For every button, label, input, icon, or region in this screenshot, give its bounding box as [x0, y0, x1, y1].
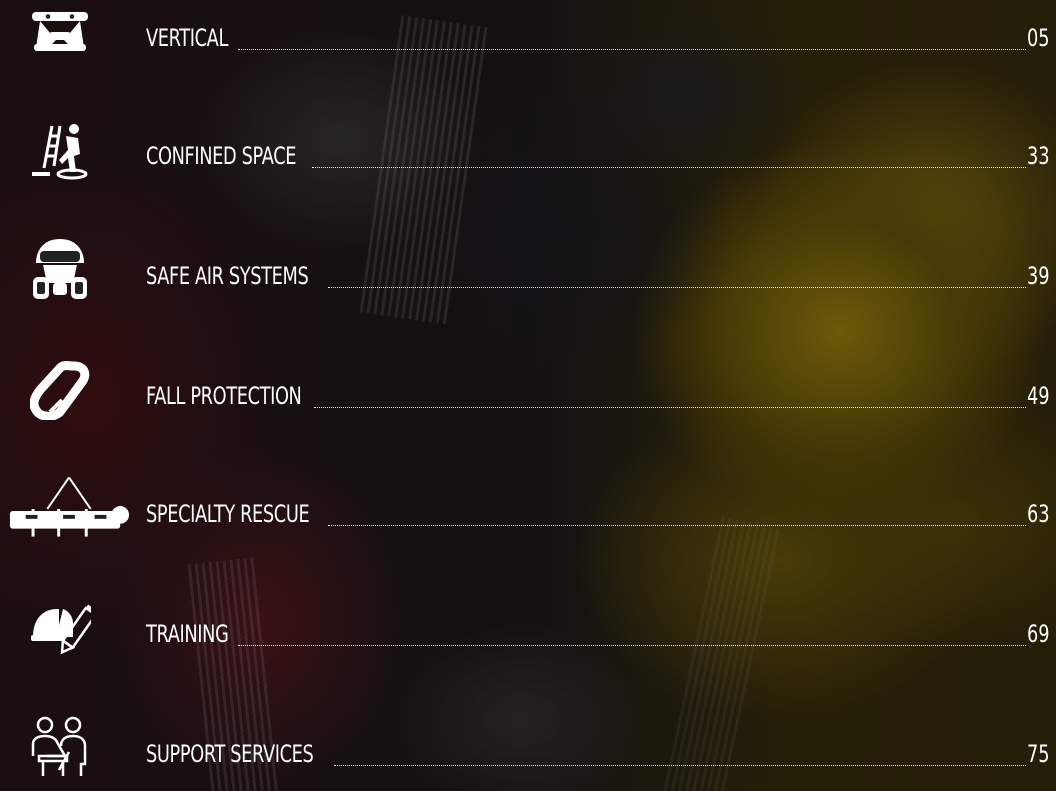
- confined-space-worker-icon: [18, 120, 102, 180]
- toc-entry-vertical[interactable]: VERTICAL 05: [0, 2, 1056, 62]
- respirator-mask-icon: [18, 239, 102, 300]
- dotted-leader: [314, 407, 1026, 408]
- toc-title: SPECIALTY RESCUE: [146, 500, 310, 528]
- toc-page-number: 63: [1027, 500, 1050, 528]
- toc-entry-fall-protection[interactable]: FALL PROTECTION 49: [0, 360, 1056, 420]
- toc-title: FALL PROTECTION: [146, 382, 302, 410]
- toc-page-number: 39: [1027, 262, 1050, 290]
- support-people-icon: [18, 716, 102, 778]
- toc-entry-specialty-rescue[interactable]: SPECIALTY RESCUE 63: [0, 476, 1056, 538]
- toc-entry-confined-space[interactable]: CONFINED SPACE 33: [0, 120, 1056, 180]
- toc-page-number: 05: [1027, 24, 1050, 52]
- dotted-leader: [312, 167, 1026, 168]
- carabiner-icon: [18, 360, 102, 420]
- rescue-stretcher-icon: [4, 476, 134, 538]
- toc-page-number: 33: [1027, 142, 1050, 170]
- toc-page: VERTICAL 05 CONFINED SPACE 33 SAFE AIR S…: [0, 0, 1056, 791]
- toc-title: SUPPORT SERVICES: [146, 740, 314, 768]
- table-of-contents: VERTICAL 05 CONFINED SPACE 33 SAFE AIR S…: [0, 0, 1056, 791]
- toc-page-number: 69: [1027, 620, 1050, 648]
- toc-entry-training[interactable]: TRAINING 69: [0, 598, 1056, 658]
- toc-entry-support-services[interactable]: SUPPORT SERVICES 75: [0, 716, 1056, 778]
- harness-icon: [18, 2, 102, 62]
- toc-title: VERTICAL: [146, 24, 228, 52]
- dotted-leader: [328, 287, 1026, 288]
- toc-entry-safe-air-systems[interactable]: SAFE AIR SYSTEMS 39: [0, 239, 1056, 300]
- toc-title: TRAINING: [146, 620, 229, 648]
- toc-title: SAFE AIR SYSTEMS: [146, 262, 309, 290]
- dotted-leader: [334, 765, 1026, 766]
- dotted-leader: [238, 645, 1026, 646]
- toc-page-number: 49: [1027, 382, 1050, 410]
- hardhat-pencil-icon: [18, 598, 102, 658]
- toc-title: CONFINED SPACE: [146, 142, 297, 170]
- dotted-leader: [238, 49, 1026, 50]
- toc-page-number: 75: [1027, 740, 1050, 768]
- dotted-leader: [328, 525, 1026, 526]
